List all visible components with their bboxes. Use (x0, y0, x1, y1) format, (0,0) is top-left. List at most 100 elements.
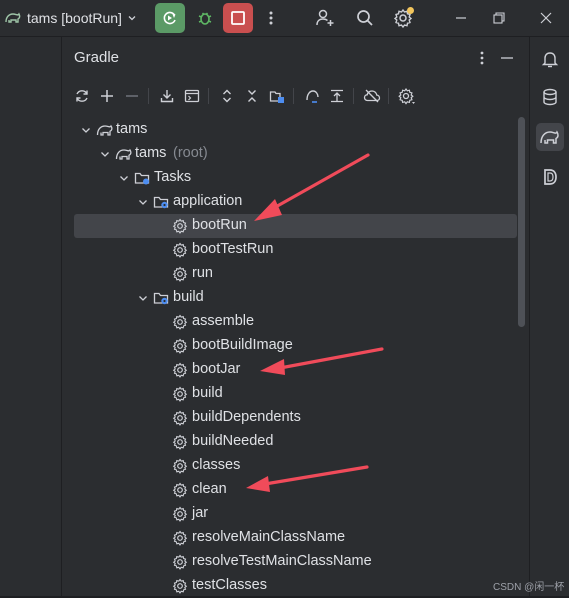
hide-panel-button[interactable] (498, 49, 516, 67)
debug-button[interactable] (190, 3, 220, 33)
chevron-down-icon[interactable] (80, 124, 92, 136)
code-with-me-button[interactable] (313, 6, 337, 30)
collapse-all-button[interactable] (241, 85, 263, 107)
tree-row[interactable]: jar (74, 502, 517, 526)
tree-row[interactable]: testClasses (74, 574, 517, 598)
database-icon (543, 88, 557, 106)
tree-row[interactable]: build (74, 382, 517, 406)
tree-row[interactable]: buildDependents (74, 406, 517, 430)
tree-row-label: resolveTestMainClassName (192, 553, 372, 569)
run-config-label: tams [bootRun] (27, 10, 122, 26)
toggle-offline-mode-button[interactable] (361, 85, 383, 107)
dependency-analyzer-button[interactable] (301, 85, 323, 107)
tree-row[interactable]: tams (74, 118, 517, 142)
tree-row[interactable]: Tasks (74, 166, 517, 190)
close-window-button[interactable] (534, 6, 558, 30)
stop-button[interactable] (223, 3, 253, 33)
tree-row-label: buildDependents (192, 409, 301, 425)
gear-icon (172, 266, 188, 282)
chevron-down-icon[interactable] (137, 196, 149, 208)
gear-icon (172, 506, 188, 522)
bell-icon (541, 52, 559, 68)
show-dependencies-button[interactable] (326, 85, 348, 107)
vertical-scrollbar[interactable] (518, 117, 525, 327)
gear-icon (172, 578, 188, 594)
reload-icon (76, 90, 88, 102)
tree-row-label: resolveMainClassName (192, 529, 346, 545)
tree-row-label: classes (192, 457, 241, 473)
gear-icon (172, 554, 188, 570)
align-top-icon (331, 89, 343, 103)
search-button[interactable] (353, 6, 377, 30)
rerun-button[interactable] (155, 3, 185, 33)
link-project-button[interactable] (266, 85, 288, 107)
gradle-elephant-icon (115, 146, 132, 162)
execute-task-button[interactable] (181, 85, 203, 107)
dependencies-tool-button[interactable] (536, 163, 564, 191)
build-tool-settings-button[interactable] (396, 85, 418, 107)
notifications-button[interactable] (536, 45, 564, 73)
gradle-tool-button[interactable] (536, 123, 564, 151)
expand-all-button[interactable] (216, 85, 238, 107)
chevron-down-icon[interactable] (99, 148, 111, 160)
toolbar-separator (353, 88, 354, 104)
analyze-icon (306, 90, 319, 103)
tree-row[interactable]: resolveTestMainClassName (74, 550, 517, 574)
tree-row[interactable]: bootTestRun (74, 238, 517, 262)
expand-all-icon (223, 89, 231, 103)
add-button[interactable] (96, 85, 118, 107)
gear-icon (172, 314, 188, 330)
tree-row[interactable]: application (74, 190, 517, 214)
gradle-elephant-icon (5, 12, 21, 23)
gradle-elephant-icon (540, 130, 559, 144)
left-tool-strip (0, 37, 62, 596)
database-button[interactable] (536, 83, 564, 111)
folder-link-icon (269, 91, 284, 103)
run-config-selector[interactable]: tams [bootRun] (4, 8, 137, 28)
tree-row[interactable]: resolveMainClassName (74, 526, 517, 550)
minimize-window-button[interactable] (449, 6, 473, 30)
tree-row-label: bootTestRun (192, 241, 274, 257)
chevron-down-icon[interactable] (118, 172, 130, 184)
restore-window-button[interactable] (487, 6, 511, 30)
add-user-icon (316, 9, 334, 26)
gear-icon (398, 87, 415, 105)
tree-row[interactable]: run (74, 262, 517, 286)
more-actions-button[interactable] (259, 6, 283, 30)
tree-row-label: tams (135, 145, 167, 161)
folder-icon (134, 170, 150, 186)
chevron-down-icon[interactable] (137, 292, 149, 304)
task-folder-icon (153, 194, 169, 210)
tree-row[interactable]: bootJar (74, 358, 517, 382)
tree-row-label: bootBuildImage (192, 337, 293, 353)
tree-row-label: build (173, 289, 204, 305)
gear-icon (172, 458, 188, 474)
tree-row[interactable]: classes (74, 454, 517, 478)
tree-row[interactable]: bootRun (74, 214, 517, 238)
download-sources-button[interactable] (156, 85, 178, 107)
terminal-icon (184, 89, 200, 103)
toolbar-separator (388, 88, 389, 104)
bug-icon (198, 12, 212, 25)
remove-button[interactable] (121, 85, 143, 107)
tree-row-label: buildNeeded (192, 433, 274, 449)
tree-row-label: clean (192, 481, 227, 497)
panel-title: Gradle (74, 49, 120, 66)
reload-button[interactable] (71, 85, 93, 107)
tree-row-hint: (root) (173, 145, 208, 161)
cloud-offline-icon (363, 89, 381, 103)
tree-row[interactable]: buildNeeded (74, 430, 517, 454)
tree-row[interactable]: clean (74, 478, 517, 502)
tree-row-label: Tasks (154, 169, 192, 185)
settings-button[interactable] (392, 6, 416, 30)
tree-row[interactable]: bootBuildImage (74, 334, 517, 358)
task-folder-icon (153, 290, 169, 306)
tree-row[interactable]: assemble (74, 310, 517, 334)
gear-icon (172, 338, 188, 354)
tree-row[interactable]: tams (root) (74, 142, 517, 166)
tree-row-label: testClasses (192, 577, 267, 593)
restore-icon (493, 12, 505, 24)
panel-options-button[interactable] (473, 49, 491, 67)
watermark: CSDN @闲一杯 (493, 582, 565, 593)
tree-row[interactable]: build (74, 286, 517, 310)
